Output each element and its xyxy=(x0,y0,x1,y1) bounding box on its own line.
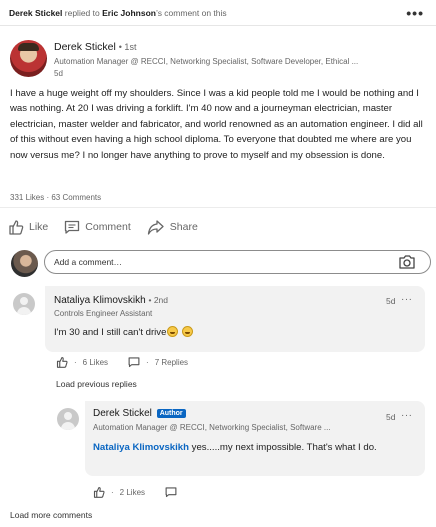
reply-author-name[interactable]: Derek Stickel xyxy=(93,408,152,419)
comment-button[interactable]: Comment xyxy=(64,216,131,238)
reply-likes[interactable]: 2 Likes xyxy=(120,488,145,497)
comment-text-line: I'm 30 and I still can't drive xyxy=(54,325,194,341)
author-badge: Author xyxy=(156,409,186,418)
commenter-headline: Controls Engineer Assistant xyxy=(54,309,153,318)
grinning-emoji-icon xyxy=(182,326,194,337)
comment-actions: · 6 Likes · 7 Replies xyxy=(56,356,188,368)
reply-time: 5d xyxy=(386,412,396,422)
comment-time: 5d xyxy=(386,296,396,306)
reply-body: yes.....my next impossible. That's what … xyxy=(188,442,377,453)
reply-card: Derek Stickel Author 5d ··· Automation M… xyxy=(85,401,425,476)
my-avatar[interactable] xyxy=(11,250,38,277)
author-name[interactable]: Derek Stickel xyxy=(54,41,116,53)
comment-likes[interactable]: 6 Likes xyxy=(83,358,108,367)
comment-icon xyxy=(65,220,80,234)
load-previous-replies[interactable]: Load previous replies xyxy=(56,379,137,389)
commenter-avatar[interactable] xyxy=(13,293,35,315)
post-header: Derek Stickel • 1st Automation Manager @… xyxy=(10,40,430,80)
reply-headline: Automation Manager @ RECCI, Networking S… xyxy=(93,423,331,432)
reply-name-line[interactable]: Derek Stickel Author xyxy=(93,408,186,419)
commenter-name[interactable]: Nataliya Klimovskikh xyxy=(54,295,146,306)
activity-actor[interactable]: Derek Stickel xyxy=(9,8,62,18)
share-label: Share xyxy=(169,221,198,233)
action-bar: Like Comment Share xyxy=(8,216,198,238)
activity-verb: replied to xyxy=(62,7,103,18)
social-counts[interactable]: 331 Likes · 63 Comments xyxy=(10,193,101,202)
divider xyxy=(0,207,436,208)
reply-icon[interactable] xyxy=(128,356,140,368)
reply-more-icon[interactable]: ··· xyxy=(401,410,413,421)
author-avatar[interactable] xyxy=(10,40,47,77)
commenter-degree: • 2nd xyxy=(148,295,169,305)
reply-actions: · 2 Likes xyxy=(93,486,177,498)
post-body: I have a huge weight off my shoulders. S… xyxy=(10,88,423,161)
thumbs-up-icon xyxy=(9,220,24,235)
comment-replies[interactable]: 7 Replies xyxy=(155,358,188,367)
comment-composer: Add a comment… xyxy=(11,249,431,277)
reply-icon[interactable] xyxy=(165,486,177,498)
author-name-line[interactable]: Derek Stickel • 1st xyxy=(54,41,136,53)
share-button[interactable]: Share xyxy=(147,216,198,238)
share-icon xyxy=(147,220,164,235)
more-icon[interactable]: ••• xyxy=(406,5,424,21)
mention-link[interactable]: Nataliya Klimovskikh xyxy=(93,442,189,453)
commenter-name-line[interactable]: Nataliya Klimovskikh • 2nd xyxy=(54,295,168,306)
load-more-comments[interactable]: Load more comments xyxy=(10,510,92,520)
activity-header: Derek Stickel replied to Eric Johnson ’s… xyxy=(0,0,436,26)
reply-avatar[interactable] xyxy=(57,408,79,430)
like-label: Like xyxy=(29,221,49,233)
comment-text: I'm 30 and I still can't drive xyxy=(54,327,167,338)
grinning-emoji-icon xyxy=(167,326,179,337)
activity-suffix: ’s comment on this xyxy=(155,7,227,18)
author-degree: • 1st xyxy=(118,42,137,52)
thumbs-up-icon[interactable] xyxy=(56,356,68,368)
camera-icon[interactable] xyxy=(398,254,416,270)
post-time: 5d xyxy=(54,69,63,78)
comment-label: Comment xyxy=(85,221,131,233)
like-button[interactable]: Like xyxy=(8,216,48,238)
thumbs-up-icon[interactable] xyxy=(93,486,105,498)
author-headline: Automation Manager @ RECCI, Networking S… xyxy=(54,57,359,66)
activity-target[interactable]: Eric Johnson xyxy=(102,8,156,18)
comment-more-icon[interactable]: ··· xyxy=(401,294,413,305)
comment-input[interactable]: Add a comment… xyxy=(44,250,431,274)
comment-card: Nataliya Klimovskikh • 2nd 5d ··· Contro… xyxy=(45,286,425,352)
reply-text: Nataliya Klimovskikh yes.....my next imp… xyxy=(93,440,418,456)
